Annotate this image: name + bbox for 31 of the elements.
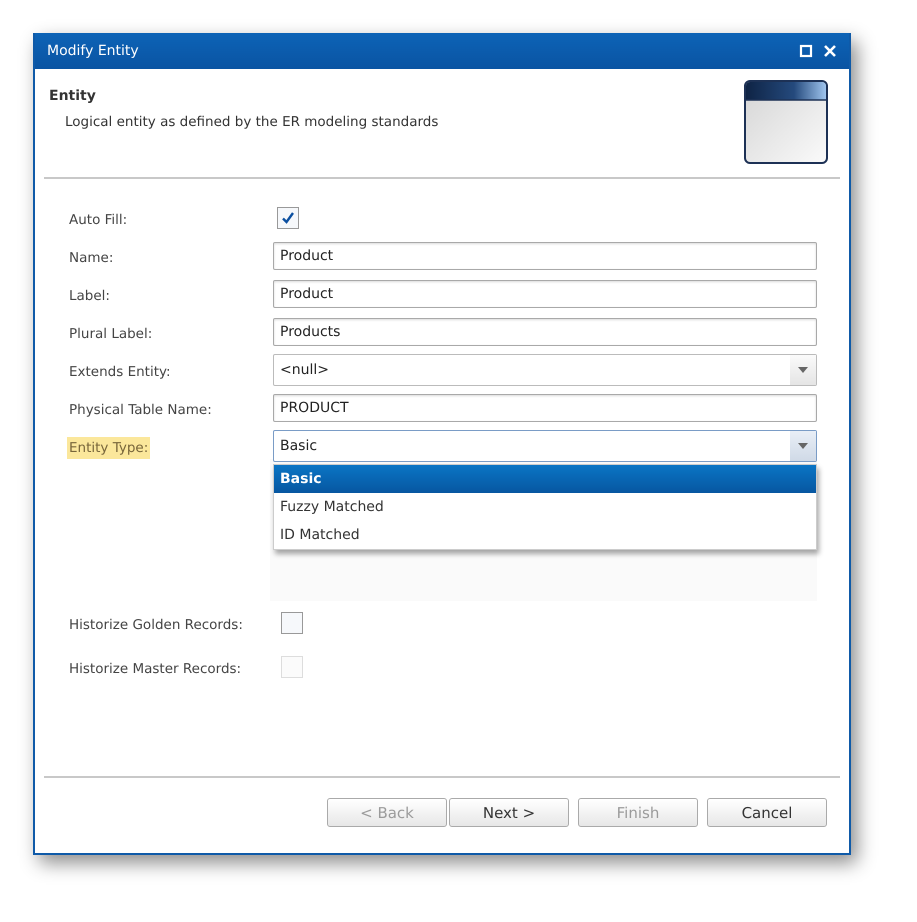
close-icon[interactable]	[823, 44, 837, 58]
dropdown-option[interactable]: Basic	[274, 465, 816, 493]
field-label: Physical Table Name:	[68, 400, 213, 420]
checkbox[interactable]	[277, 207, 299, 229]
window-title: Modify Entity	[47, 43, 140, 59]
dropdown-option[interactable]: ID Matched	[274, 521, 816, 549]
dropdown-option[interactable]: Fuzzy Matched	[274, 493, 816, 521]
field-label: Label:	[68, 286, 111, 306]
checkbox[interactable]	[281, 612, 303, 634]
field-label: Auto Fill:	[68, 210, 128, 230]
field-label: Extends Entity:	[68, 362, 172, 382]
section-description: Logical entity as defined by the ER modeling standards	[64, 114, 440, 130]
field-label: Historize Golden Records:	[68, 616, 244, 634]
section-title: Entity	[49, 88, 97, 104]
maximize-icon[interactable]	[799, 44, 813, 58]
dropdown-field[interactable]: <null>	[273, 354, 817, 386]
window-icon	[743, 79, 829, 165]
wizard-button[interactable]: Cancel	[707, 798, 827, 827]
field-label: Plural Label:	[68, 324, 154, 344]
field-label: Entity Type:	[67, 436, 150, 458]
field-label: Historize Master Records:	[68, 660, 242, 678]
text-field[interactable]: Product	[273, 242, 817, 270]
dropdown-field[interactable]: Basic	[273, 430, 817, 462]
field-label: Name:	[68, 248, 114, 268]
checkmark-icon	[280, 210, 296, 226]
dropdown-arrow-icon	[797, 366, 809, 374]
text-field[interactable]: PRODUCT	[273, 394, 817, 422]
text-field[interactable]: Product	[273, 280, 817, 308]
text-field[interactable]: Products	[273, 318, 817, 346]
dropdown-arrow-icon	[797, 442, 809, 450]
wizard-button[interactable]: Next >	[449, 798, 569, 827]
